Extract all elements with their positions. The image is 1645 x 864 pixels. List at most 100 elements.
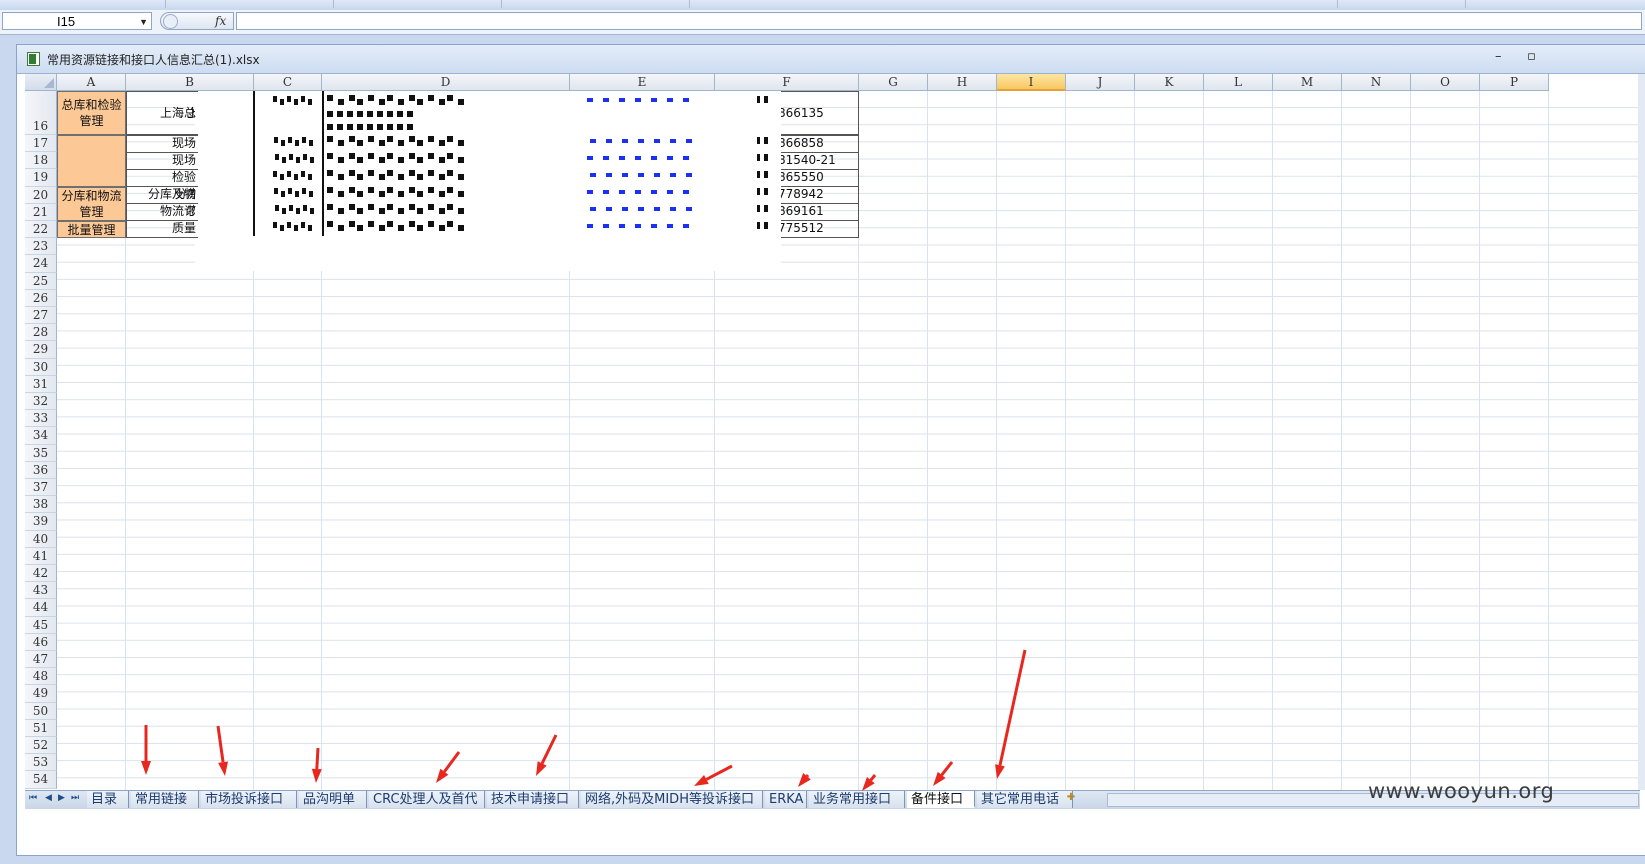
row-header-23[interactable]: 23 <box>25 238 57 256</box>
row-header-47[interactable]: 47 <box>25 651 57 669</box>
row-header-53[interactable]: 53 <box>25 754 57 772</box>
sheet-tab-4[interactable]: CRC处理人及首代 <box>369 791 485 808</box>
redaction-mark <box>439 191 445 197</box>
column-header-e[interactable]: E <box>570 74 715 91</box>
column-header-n[interactable]: N <box>1342 74 1411 91</box>
redaction-mark <box>409 136 415 142</box>
row-header-34[interactable]: 34 <box>25 427 57 445</box>
row-header-27[interactable]: 27 <box>25 307 57 325</box>
row-header-35[interactable]: 35 <box>25 444 57 462</box>
sheet-tab-5[interactable]: 技术申请接口 <box>487 791 579 808</box>
redaction-mark <box>337 111 343 117</box>
row-header-21[interactable]: 21 <box>25 203 57 221</box>
column-header-i[interactable]: I <box>997 74 1066 91</box>
name-box[interactable]: I15 ▼ <box>2 12 152 30</box>
row-header-22[interactable]: 22 <box>25 221 57 239</box>
sheet-tab-0[interactable]: 目录 <box>87 791 129 808</box>
sheet-tab-1[interactable]: 常用链接 <box>131 791 199 808</box>
row-header-41[interactable]: 41 <box>25 547 57 565</box>
category-cell-warehouse-inspection-cont[interactable] <box>57 135 126 187</box>
row-header-38[interactable]: 38 <box>25 496 57 514</box>
row-header-36[interactable]: 36 <box>25 461 57 479</box>
row-header-24[interactable]: 24 <box>25 255 57 273</box>
sheet-tab-6[interactable]: 网络,外码及MIDH等投诉接口 <box>581 791 763 808</box>
row-header-17[interactable]: 17 <box>25 135 57 153</box>
column-header-o[interactable]: O <box>1411 74 1480 91</box>
prev-sheet-icon[interactable]: ◀ <box>45 793 52 803</box>
sheet-tab-7[interactable]: ERKA <box>765 791 807 808</box>
column-header-c[interactable]: C <box>254 74 322 91</box>
column-header-f[interactable]: F <box>715 74 859 91</box>
column-header-a[interactable]: A <box>57 74 126 91</box>
row-header-16[interactable]: 16 <box>25 91 57 135</box>
column-header-k[interactable]: K <box>1135 74 1204 91</box>
redaction-mark <box>439 157 445 163</box>
row-header-25[interactable]: 25 <box>25 272 57 290</box>
row-header-48[interactable]: 48 <box>25 668 57 686</box>
row-header-33[interactable]: 33 <box>25 410 57 428</box>
sheet-tab-9[interactable]: 备件接口 <box>907 791 975 808</box>
row-header-37[interactable]: 37 <box>25 479 57 497</box>
row-header-32[interactable]: 32 <box>25 393 57 411</box>
cell-b18-visible: 现场 <box>126 152 198 170</box>
vertical-scrollbar[interactable] <box>1638 74 1645 790</box>
redaction-mark <box>274 137 278 143</box>
category-cell-warehouse-inspection[interactable]: 总库和检验管理 <box>57 91 126 135</box>
row-header-28[interactable]: 28 <box>25 324 57 342</box>
column-header-b[interactable]: B <box>126 74 254 91</box>
sheet-tab-3[interactable]: 品沟明单 <box>299 791 367 808</box>
column-header-j[interactable]: J <box>1066 74 1135 91</box>
redaction-mark <box>349 187 355 193</box>
redaction-mark <box>764 96 768 103</box>
last-sheet-icon[interactable]: ⏭ <box>71 793 79 803</box>
row-header-19[interactable]: 19 <box>25 169 57 187</box>
row-header-26[interactable]: 26 <box>25 289 57 307</box>
redaction-mark <box>368 187 374 193</box>
sheet-tab-8[interactable]: 业务常用接口 <box>809 791 905 808</box>
redaction-mark <box>287 222 291 228</box>
row-header-20[interactable]: 20 <box>25 186 57 204</box>
category-cell-logistics[interactable]: 分库和物流管理 <box>57 187 126 221</box>
row-header-42[interactable]: 42 <box>25 565 57 583</box>
row-header-43[interactable]: 43 <box>25 582 57 600</box>
row-header-49[interactable]: 49 <box>25 685 57 703</box>
row-header-45[interactable]: 45 <box>25 616 57 634</box>
redaction-mark <box>357 174 363 180</box>
first-sheet-icon[interactable]: ⏮ <box>29 793 37 803</box>
redaction-mark <box>590 207 596 211</box>
redaction-mark <box>428 221 434 227</box>
next-sheet-icon[interactable]: ▶ <box>58 793 65 803</box>
row-header-44[interactable]: 44 <box>25 599 57 617</box>
formula-input[interactable] <box>236 12 1642 30</box>
redaction-mark <box>377 124 383 130</box>
redaction-mark <box>302 137 306 143</box>
row-header-30[interactable]: 30 <box>25 358 57 376</box>
row-header-18[interactable]: 18 <box>25 152 57 170</box>
minimize-button[interactable]: – <box>1495 49 1502 64</box>
column-header-h[interactable]: H <box>928 74 997 91</box>
sheet-tab-10[interactable]: 其它常用电话 <box>977 791 1073 808</box>
insert-function-button[interactable]: fx <box>160 12 234 30</box>
category-cell-batch[interactable]: 批量管理 <box>57 221 126 238</box>
row-header-29[interactable]: 29 <box>25 341 57 359</box>
row-header-46[interactable]: 46 <box>25 633 57 651</box>
row-header-31[interactable]: 31 <box>25 375 57 393</box>
row-header-52[interactable]: 52 <box>25 737 57 755</box>
worksheet-grid[interactable]: ABCDEFGHIJKLMNOP 16 17 18 19 20 21 22 23 24 25 26 2… <box>25 74 1640 790</box>
row-header-54[interactable]: 54 <box>25 771 57 789</box>
redaction-mark <box>622 173 628 177</box>
row-header-40[interactable]: 40 <box>25 530 57 548</box>
column-header-d[interactable]: D <box>322 74 570 91</box>
row-header-50[interactable]: 50 <box>25 702 57 720</box>
column-header-g[interactable]: G <box>859 74 928 91</box>
column-header-p[interactable]: P <box>1480 74 1549 91</box>
chevron-down-icon[interactable]: ▼ <box>139 13 148 31</box>
new-sheet-icon[interactable]: ✚ <box>1062 792 1080 806</box>
column-header-l[interactable]: L <box>1204 74 1273 91</box>
select-all-button[interactable] <box>25 74 57 91</box>
restore-button[interactable]: ▫ <box>1527 49 1536 64</box>
row-header-39[interactable]: 39 <box>25 513 57 531</box>
column-header-m[interactable]: M <box>1273 74 1342 91</box>
row-header-51[interactable]: 51 <box>25 719 57 737</box>
sheet-tab-2[interactable]: 市场投诉接口 <box>201 791 297 808</box>
